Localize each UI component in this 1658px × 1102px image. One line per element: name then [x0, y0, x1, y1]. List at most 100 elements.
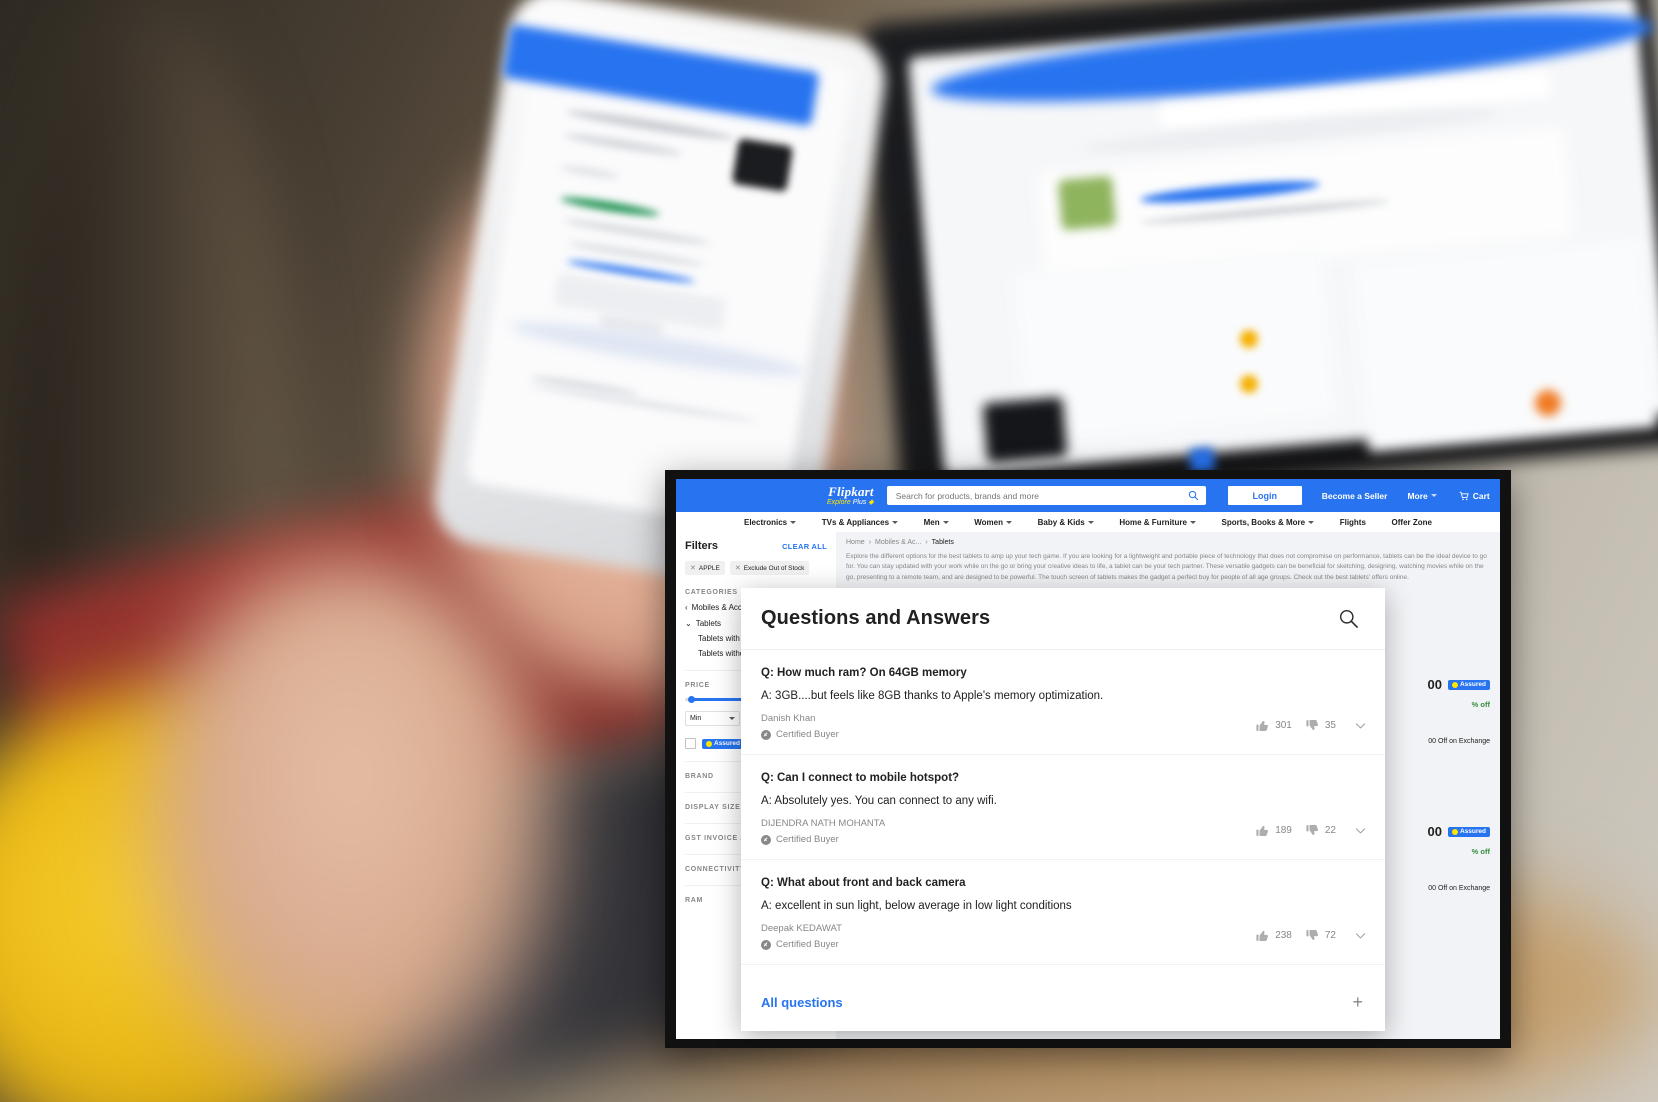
downvote-button[interactable]: 22	[1306, 824, 1336, 837]
category-electronics[interactable]: Electronics	[744, 517, 797, 527]
flipkart-assured-badge: Assured	[1447, 826, 1490, 837]
product-discount: % off	[1471, 700, 1490, 710]
questions-and-answers-modal: Questions and Answers Q: How much ram? O…	[741, 588, 1385, 1031]
chip-label: Exclude Out of Stock	[743, 564, 805, 572]
category-flights[interactable]: Flights	[1340, 518, 1366, 527]
thumbs-down-icon	[1306, 824, 1318, 835]
chip-label: APPLE	[698, 564, 720, 572]
category-nav: Electronics TVs & Appliances Men Women B…	[676, 512, 1500, 532]
clear-all-button[interactable]: CLEAR ALL	[782, 542, 827, 551]
chevron-down-icon[interactable]	[1354, 719, 1367, 732]
qa-actions: 301 35	[1256, 719, 1367, 732]
product-price: 00	[1427, 824, 1442, 840]
qa-search-button[interactable]	[1335, 606, 1361, 632]
downvote-count: 72	[1324, 930, 1336, 941]
category-home-furniture[interactable]: Home & Furniture	[1119, 518, 1196, 527]
filter-chip-apple[interactable]: ✕ APPLE	[685, 561, 725, 575]
qa-answer: A: Absolutely yes. You can connect to an…	[761, 795, 997, 807]
filter-chip-exclude-oos[interactable]: ✕ Exclude Out of Stock	[729, 561, 810, 575]
verified-check-icon	[761, 834, 771, 845]
chevron-left-icon: ‹	[685, 603, 688, 612]
price-slider-knob-min[interactable]	[688, 696, 695, 703]
category-sports-books[interactable]: Sports, Books & More	[1222, 518, 1315, 527]
more-menu[interactable]: More	[1407, 491, 1437, 501]
search-icon[interactable]	[1188, 490, 1199, 501]
logo-subtext: Explore Plus ◆	[827, 499, 874, 506]
category-description: Explore the different options for the be…	[846, 553, 1487, 581]
price-min-select[interactable]: Min	[685, 711, 740, 726]
downvote-button[interactable]: 72	[1306, 929, 1336, 942]
chevron-down-icon	[892, 520, 899, 524]
upvote-count: 189	[1275, 825, 1292, 836]
breadcrumb-sep: ›	[925, 539, 928, 546]
breadcrumb-tablets: Tablets	[931, 539, 954, 546]
upvote-count: 301	[1275, 720, 1292, 731]
cart-button[interactable]: Cart	[1459, 491, 1490, 501]
active-category-label: Tablets	[695, 619, 722, 628]
close-icon[interactable]: ✕	[735, 564, 741, 572]
all-questions-link[interactable]: All questions	[761, 995, 843, 1010]
category-label: Men	[923, 517, 940, 527]
modal-header: Questions and Answers	[741, 588, 1385, 650]
category-men[interactable]: Men	[924, 518, 949, 527]
qa-item: Q: What about front and back camera A: e…	[741, 860, 1385, 965]
add-question-icon[interactable]: +	[1352, 993, 1363, 1011]
category-women[interactable]: Women	[974, 518, 1012, 527]
thumbs-down-icon	[1306, 719, 1318, 730]
category-label: Flights	[1339, 517, 1366, 527]
upvote-button[interactable]: 189	[1256, 824, 1292, 837]
chevron-down-icon[interactable]	[1354, 929, 1367, 942]
category-label: Baby & Kids	[1037, 517, 1085, 527]
category-label: Women	[974, 517, 1003, 527]
cart-label: Cart	[1472, 490, 1490, 501]
product-price: 00	[1427, 677, 1442, 693]
search-icon	[1339, 609, 1358, 628]
flipkart-assured-badge: Assured	[1447, 679, 1490, 690]
search-input[interactable]	[893, 489, 1188, 502]
product-exchange-offer: 00 Off on Exchange	[1428, 738, 1490, 746]
thumbs-up-icon	[1256, 826, 1269, 837]
category-tvs-appliances[interactable]: TVs & Appliances	[822, 518, 899, 527]
certified-buyer-label: Certified Buyer	[776, 834, 839, 845]
certified-buyer-label: Certified Buyer	[776, 729, 839, 740]
qa-item: Q: How much ram? On 64GB memory A: 3GB..…	[741, 650, 1385, 755]
filters-title: Filters	[685, 540, 719, 552]
assured-tick-icon	[706, 740, 712, 747]
close-icon[interactable]: ✕	[690, 564, 696, 572]
assured-tick-icon	[1451, 828, 1458, 835]
thumbs-up-icon	[1256, 931, 1269, 942]
category-label: Electronics	[744, 517, 788, 527]
page-title: Questions and Answers	[761, 607, 991, 629]
chevron-down-icon[interactable]	[1354, 824, 1367, 837]
breadcrumb-mobiles[interactable]: Mobiles & Ac...	[875, 539, 921, 546]
become-seller-link[interactable]: Become a Seller	[1322, 491, 1388, 501]
modal-footer: All questions +	[741, 973, 1385, 1031]
breadcrumb-home[interactable]: Home	[846, 539, 865, 546]
flipkart-assured-badge: Assured	[702, 738, 745, 749]
downvote-count: 22	[1324, 825, 1336, 836]
category-label: Home & Furniture	[1119, 517, 1187, 527]
flipkart-logo[interactable]: Flipkart Explore Plus ◆	[827, 485, 874, 506]
product-exchange-offer: 00 Off on Exchange	[1428, 885, 1490, 893]
logo-sub-plus: Plus	[852, 499, 867, 506]
verified-check-icon	[761, 729, 771, 740]
upvote-button[interactable]: 238	[1256, 929, 1292, 942]
qa-actions: 238 72	[1256, 929, 1367, 942]
qa-answer: A: 3GB....but feels like 8GB thanks to A…	[761, 690, 1104, 702]
downvote-button[interactable]: 35	[1306, 719, 1336, 732]
category-baby-kids[interactable]: Baby & Kids	[1038, 518, 1094, 527]
cart-icon	[1459, 491, 1469, 500]
chevron-down-icon	[1308, 520, 1315, 524]
category-offer-zone[interactable]: Offer Zone	[1392, 518, 1432, 527]
assured-checkbox[interactable]	[685, 738, 696, 749]
assured-label: Assured	[714, 740, 741, 747]
chevron-down-icon	[790, 520, 797, 524]
chevron-down-icon	[1087, 520, 1094, 524]
active-filter-chips: ✕ APPLE ✕ Exclude Out of Stock	[685, 561, 827, 575]
site-search-box[interactable]	[886, 486, 1206, 505]
login-button[interactable]: Login	[1227, 486, 1302, 505]
thumbs-down-icon	[1306, 929, 1318, 940]
qa-question: Q: Can I connect to mobile hotspot?	[761, 772, 960, 784]
assured-label: Assured	[1459, 828, 1486, 836]
upvote-button[interactable]: 301	[1256, 719, 1292, 732]
